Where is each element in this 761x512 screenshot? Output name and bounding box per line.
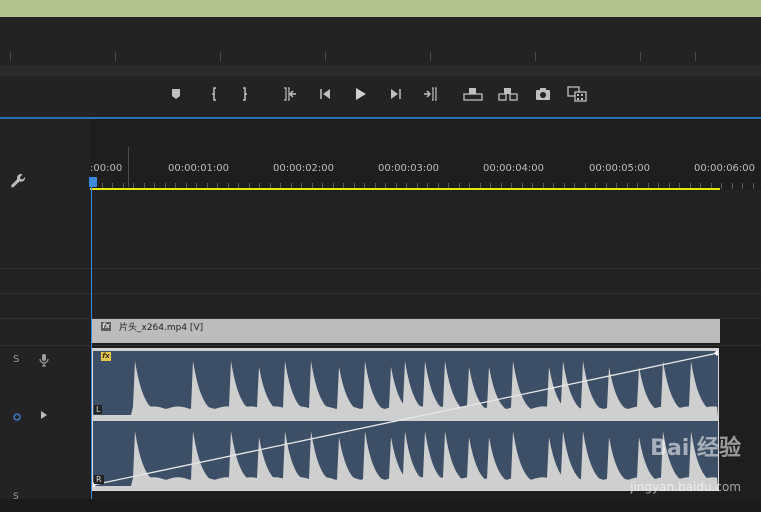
go-to-out-icon[interactable] <box>419 83 441 105</box>
expand-track-icon[interactable] <box>40 405 48 424</box>
mini-ruler-tick <box>325 52 326 61</box>
ruler-tick <box>742 183 743 189</box>
marker-icon[interactable] <box>165 83 187 105</box>
fx-badge[interactable]: fx <box>101 352 111 361</box>
go-to-in-icon[interactable] <box>279 83 301 105</box>
watermark-url: jingyan.baidu.com <box>630 480 741 494</box>
compare-icon[interactable] <box>566 83 588 105</box>
mini-ruler-tick <box>640 52 641 61</box>
microphone-icon[interactable] <box>38 352 50 371</box>
step-back-icon[interactable] <box>314 83 336 105</box>
transport-controls <box>0 76 761 117</box>
time-label: 00:00:02:00 <box>273 163 335 174</box>
playhead-line <box>91 186 92 512</box>
channel-label-right: R <box>94 475 104 484</box>
channel-label-left: L <box>94 405 103 414</box>
watermark-logo: Bai 经验 <box>650 436 741 461</box>
program-monitor-mini-ruler[interactable] <box>0 17 761 65</box>
time-label: :00:00 <box>90 163 123 174</box>
time-label: 00:00:06:00 <box>694 163 756 174</box>
mark-in-icon[interactable] <box>203 83 225 105</box>
program-monitor-zoom-bar[interactable] <box>0 65 761 76</box>
mini-ruler-tick <box>115 52 116 61</box>
video-track-v1[interactable] <box>0 294 761 318</box>
time-label: 00:00:05:00 <box>589 163 651 174</box>
fx-badge[interactable]: fx <box>101 322 111 331</box>
time-label: 00:00:04:00 <box>483 163 545 174</box>
ruler-tick <box>753 183 754 189</box>
video-track-v2[interactable] <box>0 269 761 293</box>
mark-out-icon[interactable] <box>234 83 256 105</box>
ruler-tick <box>721 183 722 189</box>
video-clip[interactable]: fx 片头_x264.mp4 [V] <box>91 319 720 343</box>
keyframe-toggle-icon[interactable] <box>13 406 21 425</box>
audio-clip[interactable]: fx L R <box>92 348 719 491</box>
export-frame-icon[interactable] <box>532 83 554 105</box>
mini-ruler-tick <box>695 52 696 61</box>
mini-ruler-tick <box>220 52 221 61</box>
mini-ruler-tick <box>430 52 431 61</box>
step-forward-icon[interactable] <box>385 83 407 105</box>
timeline-scrollbar[interactable] <box>0 499 761 512</box>
source-monitor-strip <box>0 0 761 17</box>
mini-ruler-tick <box>535 52 536 61</box>
mini-ruler-tick <box>10 52 11 61</box>
video-track-v3[interactable] <box>0 190 761 268</box>
ruler-tick <box>732 183 733 189</box>
video-clip-label: 片头_x264.mp4 [V] <box>119 323 204 333</box>
solo-track-button[interactable]: S <box>13 354 19 365</box>
lift-icon[interactable] <box>462 83 484 105</box>
play-icon[interactable] <box>349 83 371 105</box>
time-label: 00:00:03:00 <box>378 163 440 174</box>
audio-waveform <box>93 350 718 488</box>
track-divider <box>0 345 761 346</box>
ruler-marker <box>128 147 129 187</box>
extract-icon[interactable] <box>497 83 519 105</box>
time-label: 00:00:01:00 <box>168 163 230 174</box>
